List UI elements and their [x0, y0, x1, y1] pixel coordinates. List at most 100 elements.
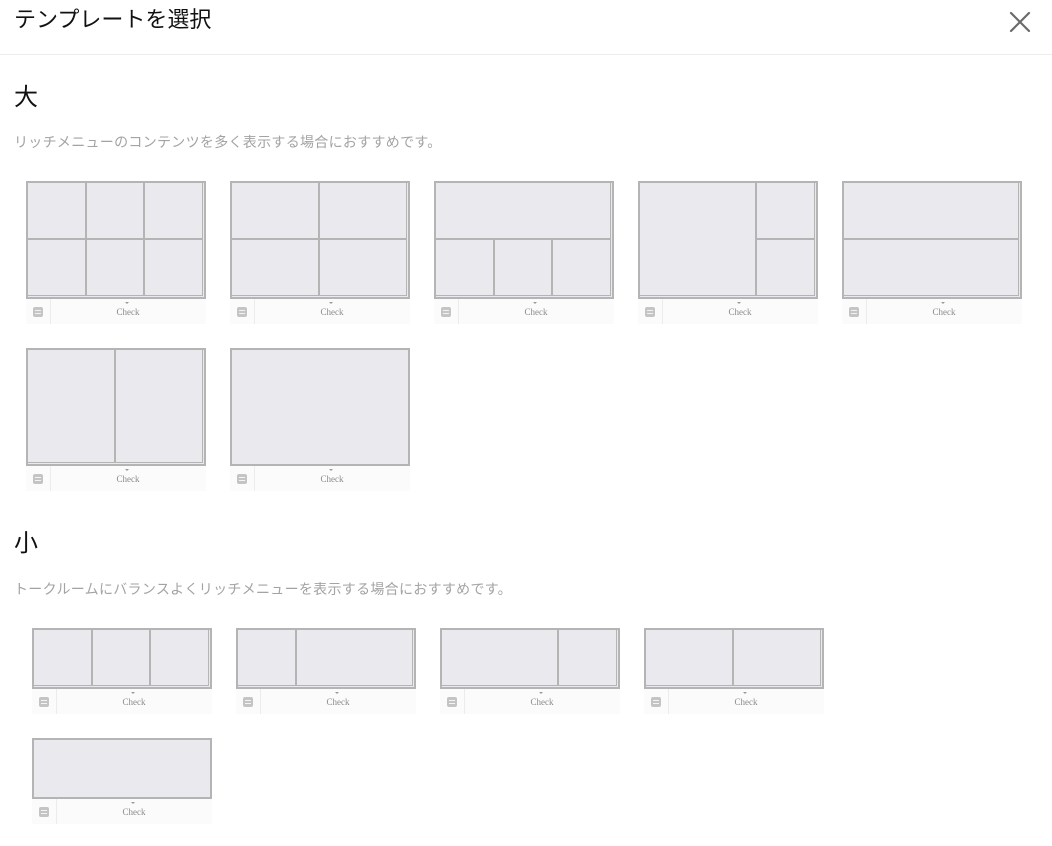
area-cell [27, 182, 86, 239]
keyboard-icon [849, 307, 859, 317]
template-grid [230, 181, 410, 299]
menu-bar-preview: Check [32, 689, 212, 714]
close-icon [1009, 11, 1031, 33]
menu-bar-label: Check [932, 307, 956, 317]
area-cell [150, 629, 209, 686]
menu-bar-label: Check [122, 697, 146, 707]
section-description-small: トークルームにバランスよくリッチメニューを表示する場合におすすめです。 [14, 582, 512, 598]
area-cell [231, 239, 319, 296]
template-large-1[interactable]: Check [26, 181, 206, 324]
menu-bar-label: Check [320, 474, 344, 484]
template-small-4[interactable]: Check [644, 628, 824, 714]
area-cell [843, 239, 1019, 296]
keyboard-icon [33, 307, 43, 317]
menu-bar-preview: Check [434, 299, 614, 324]
caret-down-icon [125, 469, 129, 471]
area-cell [237, 629, 296, 686]
menu-bar-preview: Check [230, 466, 410, 491]
menu-bar-label: Check [530, 697, 554, 707]
area-cell [552, 239, 611, 296]
area-cell [231, 182, 319, 239]
area-cell [645, 629, 733, 686]
menu-bar-preview: Check [644, 689, 824, 714]
template-grid [842, 181, 1022, 299]
area-cell [91, 629, 151, 686]
menu-bar-preview: Check [26, 466, 206, 491]
template-small-3[interactable]: Check [440, 628, 620, 714]
area-cell [27, 239, 86, 296]
template-small-1[interactable]: Check [32, 628, 212, 714]
section-title-large: 大 [14, 83, 38, 111]
menu-bar-label: Check [122, 807, 146, 817]
template-grid [440, 628, 620, 689]
area-cell [756, 182, 815, 239]
menu-bar-preview: Check [440, 689, 620, 714]
template-grid [26, 348, 206, 466]
keyboard-icon [237, 307, 247, 317]
menu-bar-label: Check [524, 307, 548, 317]
area-cell [843, 182, 1019, 239]
template-large-7[interactable]: Check [230, 348, 410, 491]
menu-bar-label: Check [116, 307, 140, 317]
dialog-title: テンプレートを選択 [14, 8, 212, 33]
menu-bar-preview: Check [26, 299, 206, 324]
area-cell [144, 239, 203, 296]
section-title-small: 小 [14, 529, 38, 557]
menu-bar-preview: Check [638, 299, 818, 324]
menu-bar-preview: Check [230, 299, 410, 324]
close-button[interactable] [1006, 8, 1034, 36]
area-cell [319, 239, 407, 296]
area-cell [115, 349, 203, 463]
area-cell [435, 182, 611, 239]
area-cell [441, 629, 559, 686]
area-cell [319, 182, 407, 239]
menu-bar-label: Check [326, 697, 350, 707]
caret-down-icon [737, 302, 741, 304]
template-small-2[interactable]: Check [236, 628, 416, 714]
caret-down-icon [941, 302, 945, 304]
template-grid [434, 181, 614, 299]
keyboard-icon [39, 697, 49, 707]
menu-bar-label: Check [734, 697, 758, 707]
caret-down-icon [125, 302, 129, 304]
area-cell [435, 239, 494, 296]
area-cell [756, 239, 815, 296]
caret-down-icon [539, 692, 543, 694]
template-large-4[interactable]: Check [638, 181, 818, 324]
template-grid [644, 628, 824, 689]
template-large-2[interactable]: Check [230, 181, 410, 324]
area-cell [493, 239, 553, 296]
area-cell [27, 349, 115, 463]
menu-bar-preview: Check [32, 799, 212, 824]
caret-down-icon [131, 692, 135, 694]
template-grid [236, 628, 416, 689]
template-grid [230, 348, 410, 466]
caret-down-icon [335, 692, 339, 694]
area-cell [85, 239, 145, 296]
keyboard-icon [39, 807, 49, 817]
dialog-header: テンプレートを選択 [0, 0, 1052, 55]
template-grid [32, 628, 212, 689]
caret-down-icon [131, 802, 135, 804]
area-cell [33, 629, 92, 686]
keyboard-icon [243, 697, 253, 707]
menu-bar-preview: Check [236, 689, 416, 714]
caret-down-icon [329, 469, 333, 471]
area-cell [558, 629, 617, 686]
area-cell [144, 182, 203, 239]
template-small-5[interactable]: Check [32, 738, 212, 824]
template-large-6[interactable]: Check [26, 348, 206, 491]
template-grid [26, 181, 206, 299]
keyboard-icon [441, 307, 451, 317]
template-large-3[interactable]: Check [434, 181, 614, 324]
template-grid [32, 738, 212, 799]
area-cell [85, 182, 145, 239]
keyboard-icon [33, 474, 43, 484]
keyboard-icon [237, 474, 247, 484]
caret-down-icon [743, 692, 747, 694]
menu-bar-label: Check [320, 307, 344, 317]
section-description-large: リッチメニューのコンテンツを多く表示する場合におすすめです。 [14, 135, 442, 151]
template-large-5[interactable]: Check [842, 181, 1022, 324]
template-grid [638, 181, 818, 299]
menu-bar-preview: Check [842, 299, 1022, 324]
